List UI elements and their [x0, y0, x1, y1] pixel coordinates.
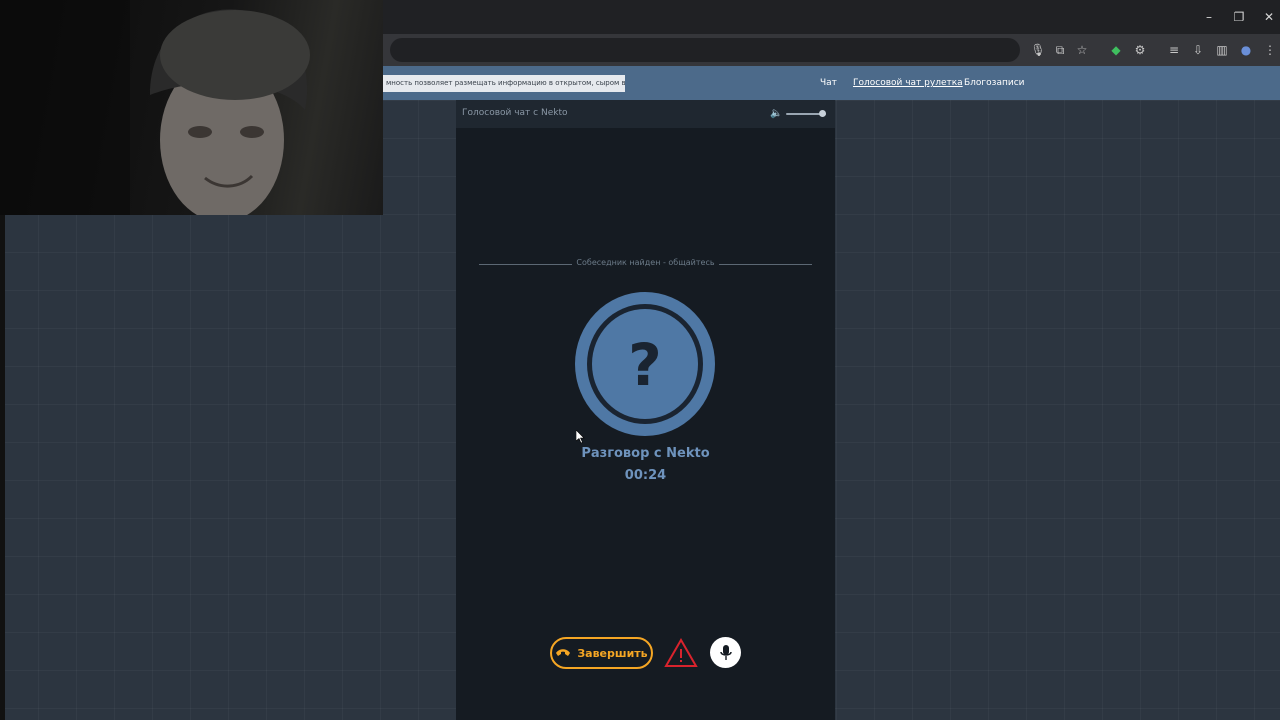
interlocutor-avatar: ?: [575, 292, 715, 436]
close-icon[interactable]: ✕: [1262, 10, 1276, 24]
voice-chat-panel: Голосовой чат с Nekto 🔈 Собеседник найде…: [456, 100, 835, 720]
status-text-wrap: Собеседник найден - общайтесь: [456, 258, 835, 267]
call-title: Разговор с Nekto: [581, 446, 710, 461]
volume-slider-handle[interactable]: [818, 110, 826, 117]
microphone-icon: [719, 644, 732, 660]
phone-hangup-icon: [556, 649, 571, 656]
restore-icon[interactable]: ❐: [1232, 10, 1246, 24]
status-text: Собеседник найден - общайтесь: [572, 258, 719, 267]
nav-link-chat[interactable]: Чат: [820, 77, 837, 89]
extension-shield-icon[interactable]: ◆: [1108, 42, 1124, 58]
playlist-icon[interactable]: ≡: [1166, 42, 1182, 58]
download-icon[interactable]: ⇩: [1190, 42, 1206, 58]
side-panel-icon[interactable]: ▥: [1214, 42, 1230, 58]
nav-link-blog[interactable]: Блогозаписи: [964, 77, 1025, 89]
site-notice: мность позволяет размещать информацию в …: [383, 75, 625, 92]
microphone-button[interactable]: [710, 637, 741, 668]
panel-header: Голосовой чат с Nekto 🔈: [456, 100, 835, 128]
mouse-cursor-icon: [576, 430, 585, 444]
extensions-puzzle-icon[interactable]: ⚙: [1132, 42, 1148, 58]
screen: – ❐ ✕ 🎙 ⧉ ☆ ◆ ⚙ ≡ ⇩ ▥ ● ⋮ мность позволя…: [0, 0, 1280, 720]
end-call-button[interactable]: Завершить: [550, 637, 653, 669]
volume-icon[interactable]: 🔈: [770, 108, 782, 120]
panel-title: Голосовой чат с Nekto: [462, 108, 568, 118]
address-bar[interactable]: [390, 38, 1020, 62]
more-menu-icon[interactable]: ⋮: [1262, 42, 1278, 58]
avatar-question-mark: ?: [628, 331, 662, 399]
end-call-label: Завершить: [577, 646, 648, 660]
minimize-icon[interactable]: –: [1202, 10, 1216, 24]
cast-icon[interactable]: ⧉: [1052, 42, 1068, 58]
warning-icon[interactable]: [664, 637, 698, 669]
webcam-overlay: [0, 0, 383, 215]
webcam-person: [0, 0, 310, 215]
webcam-edge: [0, 215, 5, 720]
mic-permission-icon[interactable]: 🎙: [1030, 42, 1046, 58]
profile-avatar-icon[interactable]: ●: [1238, 42, 1254, 58]
nav-link-voice-roulette[interactable]: Голосовой чат рулетка: [853, 77, 963, 89]
call-timer: 00:24: [624, 468, 667, 483]
bookmark-star-icon[interactable]: ☆: [1074, 42, 1090, 58]
